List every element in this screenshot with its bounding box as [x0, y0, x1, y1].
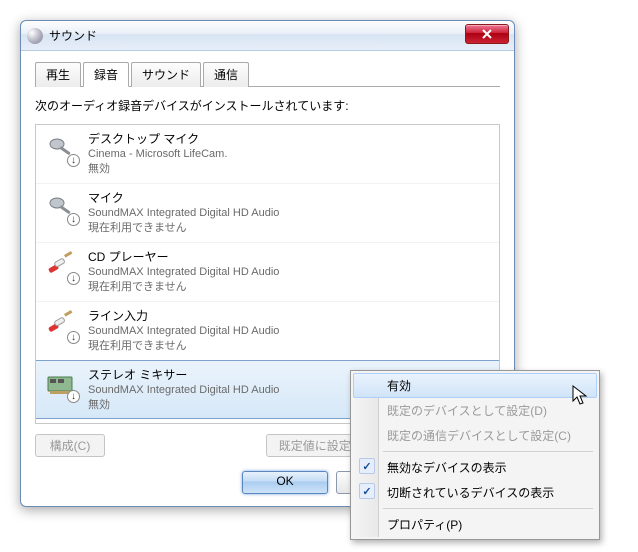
configure-button[interactable]: 構成(C) — [35, 434, 105, 457]
device-name: ライン入力 — [88, 308, 279, 324]
menu-item-label: 無効なデバイスの表示 — [387, 461, 507, 475]
close-icon — [482, 29, 492, 39]
context-menu: 有効 既定のデバイスとして設定(D) 既定の通信デバイスとして設定(C) ✓ 無… — [350, 370, 600, 540]
device-name: ステレオ ミキサー — [88, 367, 279, 383]
tab-communications[interactable]: 通信 — [203, 62, 249, 87]
device-status: 現在利用できません — [88, 280, 279, 295]
tab-recording[interactable]: 録音 — [83, 62, 129, 87]
check-icon: ✓ — [359, 483, 375, 499]
tab-strip: 再生 録音 サウンド 通信 — [35, 61, 500, 87]
menu-item-properties[interactable]: プロパティ(P) — [353, 512, 597, 537]
menu-separator — [383, 508, 593, 509]
menu-item-show-disabled[interactable]: ✓ 無効なデバイスの表示 — [353, 455, 597, 480]
tab-sounds[interactable]: サウンド — [131, 62, 201, 87]
menu-item-label: 切断されているデバイスの表示 — [387, 486, 554, 500]
tab-playback[interactable]: 再生 — [35, 62, 81, 87]
rca-jack-icon: ↓ — [44, 308, 78, 342]
device-name: マイク — [88, 190, 279, 206]
device-status: 現在利用できません — [88, 221, 279, 236]
disabled-badge-icon: ↓ — [67, 213, 80, 226]
sound-card-icon: ↓ — [44, 367, 78, 401]
device-status: 無効 — [88, 398, 279, 413]
microphone-icon: ↓ — [44, 190, 78, 224]
close-button[interactable] — [465, 24, 509, 44]
window-title: サウンド — [49, 27, 97, 44]
device-status: 現在利用できません — [88, 339, 279, 354]
prompt-text: 次のオーディオ録音デバイスがインストールされています: — [35, 97, 500, 114]
disabled-badge-icon: ↓ — [67, 272, 80, 285]
rca-jack-icon: ↓ — [44, 249, 78, 283]
sound-icon — [27, 28, 43, 44]
device-status: 無効 — [88, 162, 227, 177]
disabled-badge-icon: ↓ — [67, 390, 80, 403]
menu-item-enable[interactable]: 有効 — [353, 373, 597, 398]
menu-item-show-disconnected[interactable]: ✓ 切断されているデバイスの表示 — [353, 480, 597, 505]
disabled-badge-icon: ↓ — [67, 154, 80, 167]
device-row[interactable]: ↓ CD プレーヤー SoundMAX Integrated Digital H… — [36, 243, 499, 302]
check-icon: ✓ — [359, 458, 375, 474]
device-name: CD プレーヤー — [88, 249, 279, 265]
device-name: デスクトップ マイク — [88, 131, 227, 147]
device-row[interactable]: ↓ ライン入力 SoundMAX Integrated Digital HD A… — [36, 302, 499, 361]
disabled-badge-icon: ↓ — [67, 331, 80, 344]
ok-button[interactable]: OK — [242, 471, 328, 494]
microphone-icon: ↓ — [44, 131, 78, 165]
device-desc: SoundMAX Integrated Digital HD Audio — [88, 324, 279, 339]
menu-item-set-default-comm[interactable]: 既定の通信デバイスとして設定(C) — [353, 423, 597, 448]
menu-item-set-default[interactable]: 既定のデバイスとして設定(D) — [353, 398, 597, 423]
device-row[interactable]: ↓ マイク SoundMAX Integrated Digital HD Aud… — [36, 184, 499, 243]
device-desc: Cinema - Microsoft LifeCam. — [88, 147, 227, 162]
device-desc: SoundMAX Integrated Digital HD Audio — [88, 383, 279, 398]
titlebar[interactable]: サウンド — [21, 21, 514, 51]
device-desc: SoundMAX Integrated Digital HD Audio — [88, 206, 279, 221]
device-desc: SoundMAX Integrated Digital HD Audio — [88, 265, 279, 280]
menu-separator — [383, 451, 593, 452]
device-row[interactable]: ↓ デスクトップ マイク Cinema - Microsoft LifeCam.… — [36, 125, 499, 184]
